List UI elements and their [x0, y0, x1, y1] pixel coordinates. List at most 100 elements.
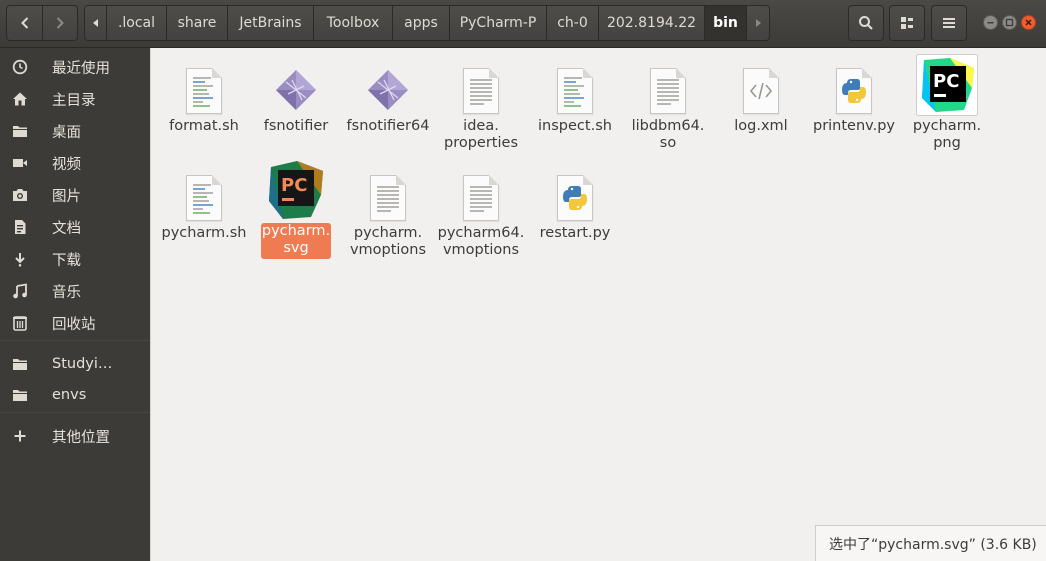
trash-icon — [12, 315, 28, 331]
sidebar-item-label: 图片 — [52, 188, 81, 205]
breadcrumb-scroll-left[interactable] — [85, 6, 107, 40]
text-file-icon — [463, 68, 499, 114]
sidebar-item-downloads[interactable]: 下载 — [0, 244, 150, 274]
file-name: libdbm64. — [631, 118, 705, 134]
breadcrumb-item[interactable]: PyCharm-P — [450, 6, 547, 40]
file-item[interactable]: fsnotifier64 — [342, 66, 434, 156]
sidebar-item-label: 文档 — [52, 220, 81, 237]
breadcrumb-item[interactable]: JetBrains — [228, 6, 314, 40]
xml-icon — [743, 68, 779, 114]
text-file-icon — [370, 175, 406, 221]
sidebar: 最近使用 主目录 桌面 视频 图片 文档 下载 音乐 回收站 Studyi… e… — [0, 48, 150, 561]
file-item[interactable]: idea. properties — [435, 66, 527, 156]
status-text: 选中了“pycharm.svg” (3.6 KB) — [829, 536, 1037, 553]
file-name: printenv.py — [812, 118, 896, 134]
sidebar-item-bookmark-studyi[interactable]: Studyi… — [0, 349, 150, 379]
minimize-button[interactable] — [983, 15, 998, 30]
sidebar-item-bookmark-envs[interactable]: envs — [0, 380, 150, 410]
sidebar-item-music[interactable]: 音乐 — [0, 276, 150, 306]
search-icon — [859, 16, 873, 30]
sidebar-item-home[interactable]: 主目录 — [0, 84, 150, 114]
chevron-left-icon — [20, 17, 28, 29]
breadcrumb: .local share JetBrains Toolbox apps PyCh… — [84, 5, 770, 41]
breadcrumb-item[interactable]: 202.8194.22 — [599, 6, 705, 40]
sidebar-item-label: Studyi… — [52, 356, 113, 372]
file-name: idea. — [463, 118, 499, 134]
pycharm-logo-icon: PC — [916, 54, 978, 116]
sidebar-item-label: 下载 — [52, 252, 81, 269]
back-button[interactable] — [6, 5, 43, 41]
file-item[interactable]: pycharm.sh — [158, 173, 250, 263]
file-name: vmoptions — [442, 242, 520, 258]
document-icon — [12, 219, 28, 235]
download-icon — [12, 251, 28, 267]
menu-button[interactable] — [931, 5, 967, 41]
file-name: fsnotifier — [263, 118, 329, 134]
text-file-icon — [463, 175, 499, 221]
sidebar-item-label: 最近使用 — [52, 60, 110, 77]
file-item[interactable]: restart.py — [529, 173, 621, 263]
plus-icon — [12, 428, 28, 444]
python-icon — [557, 175, 593, 221]
search-button[interactable] — [848, 5, 884, 41]
breadcrumb-item[interactable]: apps — [393, 6, 450, 40]
file-item[interactable]: printenv.py — [808, 66, 900, 156]
svg-text:PC: PC — [933, 71, 959, 92]
file-item-selected[interactable]: PC pycharm. svg — [250, 159, 342, 263]
file-item[interactable]: inspect.sh — [529, 66, 621, 156]
file-name: so — [659, 135, 677, 151]
file-item[interactable]: PC pycharm. png — [901, 54, 993, 156]
executable-icon — [276, 70, 316, 110]
sidebar-item-recent[interactable]: 最近使用 — [0, 52, 150, 82]
executable-icon — [368, 70, 408, 110]
list-view-icon — [901, 17, 913, 29]
file-name: svg — [283, 240, 309, 256]
script-icon — [557, 68, 593, 114]
breadcrumb-item[interactable]: Toolbox — [314, 6, 393, 40]
maximize-button[interactable] — [1002, 15, 1017, 30]
sidebar-item-label: 音乐 — [52, 284, 81, 301]
file-name: pycharm. — [353, 225, 423, 241]
view-toggle-button[interactable] — [889, 5, 925, 41]
sidebar-item-label: 视频 — [52, 156, 81, 173]
text-file-icon — [650, 68, 686, 114]
sidebar-item-label: 其他位置 — [52, 429, 110, 446]
triangle-left-icon — [92, 19, 98, 27]
sidebar-item-videos[interactable]: 视频 — [0, 148, 150, 178]
file-view[interactable]: format.sh fsnotifier fsnotifier64 idea. … — [150, 48, 1046, 561]
file-name: log.xml — [734, 118, 788, 134]
triangle-right-icon — [756, 19, 761, 27]
close-button[interactable] — [1021, 15, 1036, 30]
python-icon — [836, 68, 872, 114]
file-item[interactable]: log.xml — [715, 66, 807, 156]
breadcrumb-item[interactable]: share — [167, 6, 228, 40]
sidebar-item-trash[interactable]: 回收站 — [0, 308, 150, 338]
file-name: pycharm. — [261, 223, 331, 239]
video-icon — [12, 155, 28, 171]
sidebar-item-label: envs — [52, 387, 87, 403]
breadcrumb-item[interactable]: ch-0 — [547, 6, 599, 40]
sidebar-item-pictures[interactable]: 图片 — [0, 180, 150, 210]
file-item[interactable]: format.sh — [158, 66, 250, 156]
sidebar-item-documents[interactable]: 文档 — [0, 212, 150, 242]
breadcrumb-item-current[interactable]: bin — [705, 6, 747, 40]
file-item[interactable]: pycharm64. vmoptions — [435, 173, 527, 263]
file-item[interactable]: pycharm. vmoptions — [342, 173, 434, 263]
breadcrumb-scroll-right[interactable] — [747, 6, 769, 40]
file-item[interactable]: libdbm64. so — [622, 66, 714, 156]
sidebar-item-other-locations[interactable]: 其他位置 — [0, 421, 150, 451]
sidebar-item-label: 主目录 — [52, 92, 96, 109]
file-name: pycharm64. — [437, 225, 525, 241]
file-item[interactable]: fsnotifier — [250, 66, 342, 156]
file-name: pycharm. — [912, 118, 982, 134]
maximize-icon — [1005, 18, 1014, 27]
file-name: restart.py — [539, 225, 611, 241]
sidebar-item-label: 桌面 — [52, 124, 81, 141]
forward-button[interactable] — [42, 5, 78, 41]
script-icon — [186, 68, 222, 114]
close-icon — [1025, 19, 1032, 26]
folder-icon — [12, 356, 28, 372]
breadcrumb-item[interactable]: .local — [107, 6, 167, 40]
sidebar-item-label: 回收站 — [52, 316, 96, 333]
sidebar-item-desktop[interactable]: 桌面 — [0, 116, 150, 146]
